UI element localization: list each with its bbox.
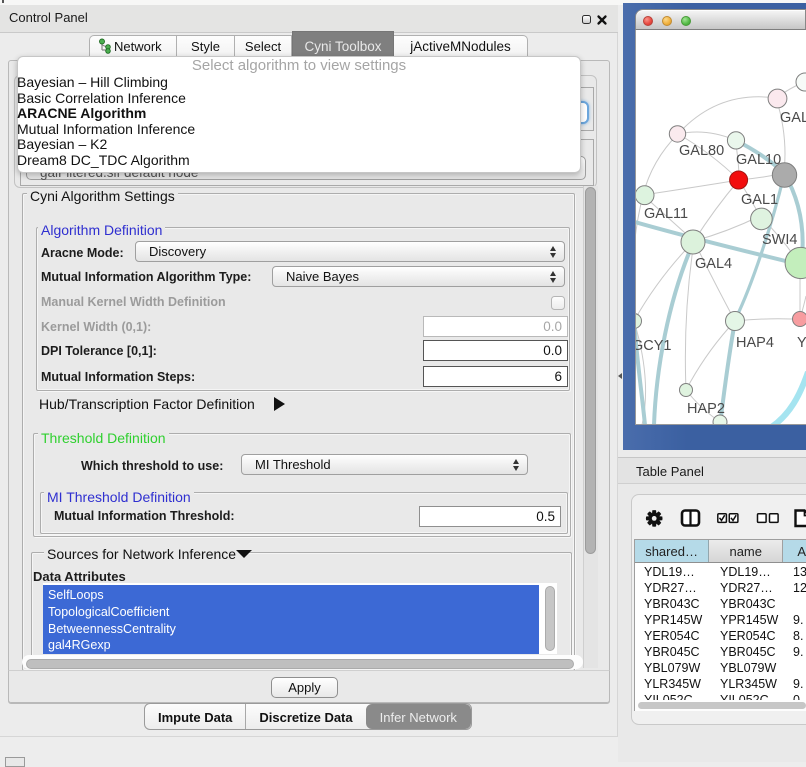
- svg-text:GCY1: GCY1: [635, 338, 672, 354]
- svg-text:GAL80: GAL80: [679, 143, 724, 159]
- svg-text:GAL1: GAL1: [741, 192, 778, 208]
- svg-text:GAL11: GAL11: [644, 206, 688, 222]
- svg-text:GAL4: GAL4: [695, 256, 732, 272]
- svg-text:GAL7: GAL7: [780, 110, 806, 126]
- svg-text:Y: Y: [797, 335, 806, 351]
- svg-text:HAP4: HAP4: [736, 335, 774, 351]
- svg-text:SWI4: SWI4: [762, 232, 797, 248]
- svg-text:HAP2: HAP2: [687, 401, 725, 417]
- svg-text:GAL10: GAL10: [736, 152, 781, 168]
